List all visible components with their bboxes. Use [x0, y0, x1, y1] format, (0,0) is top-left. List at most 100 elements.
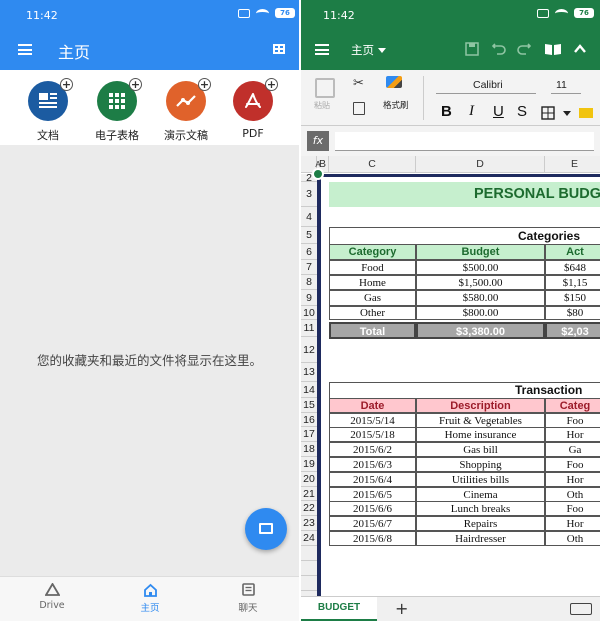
transaction-cell[interactable]: Foo	[545, 457, 600, 472]
nav-chat[interactable]: 聊天	[218, 583, 278, 614]
transaction-cell[interactable]: Hor	[545, 472, 600, 487]
categories-title-cell[interactable]: Categories	[329, 227, 600, 244]
transaction-cell[interactable]: 2015/6/4	[329, 472, 416, 487]
transaction-cell[interactable]: Foo	[545, 413, 600, 428]
row-header[interactable]: 19	[301, 457, 317, 472]
nav-home[interactable]: 主页	[120, 583, 180, 614]
row-header[interactable]: 7	[301, 260, 317, 275]
row-header[interactable]: 21	[301, 487, 317, 501]
title-banner[interactable]: PERSONAL BUDG	[329, 182, 600, 207]
underline-button[interactable]: U	[493, 103, 504, 120]
row-header[interactable]: 5	[301, 227, 317, 244]
create-pdf-tile[interactable]: + PDF	[218, 78, 288, 140]
category-cell[interactable]: $500.00	[416, 260, 545, 275]
grid-view-icon[interactable]	[273, 44, 285, 54]
spreadsheet-grid[interactable]: B C D E A 2 3 4 5 6 7 8 9 10 11 12 13 14 15 16 17 18 19 20…	[301, 156, 600, 596]
transaction-cell[interactable]: 2015/5/18	[329, 427, 416, 442]
transaction-cell[interactable]: Ga	[545, 442, 600, 457]
row-header[interactable]: 13	[301, 363, 317, 382]
redo-icon[interactable]	[517, 42, 531, 56]
transaction-cell[interactable]: Oth	[545, 531, 600, 546]
menu-icon[interactable]	[18, 44, 32, 55]
transaction-cell[interactable]: 2015/6/3	[329, 457, 416, 472]
total-cell[interactable]: $3,380.00	[416, 322, 545, 339]
transaction-cell[interactable]: Home insurance	[416, 427, 545, 442]
row-header[interactable]	[301, 561, 317, 576]
row-header[interactable]: 14	[301, 382, 317, 398]
row-header[interactable]: 10	[301, 306, 317, 320]
category-cell[interactable]: $1,500.00	[416, 275, 545, 290]
row-header[interactable]: 16	[301, 413, 317, 427]
row-header[interactable]: 23	[301, 516, 317, 531]
transaction-cell[interactable]: 2015/5/14	[329, 413, 416, 428]
row-header[interactable]: 9	[301, 290, 317, 306]
font-name-dropdown[interactable]: Calibri	[473, 79, 503, 91]
total-cell[interactable]: $2,03	[545, 322, 600, 339]
transaction-cell[interactable]: Utilities bills	[416, 472, 545, 487]
create-presentation-tile[interactable]: + 演示文稿	[151, 78, 221, 143]
transaction-cell[interactable]: Fruit & Vegetables	[416, 413, 545, 428]
transaction-cell[interactable]: 2015/6/5	[329, 487, 416, 502]
transaction-cell[interactable]: Foo	[545, 501, 600, 516]
category-cell[interactable]: Home	[329, 275, 416, 290]
strikethrough-button[interactable]: S	[517, 103, 527, 120]
row-header[interactable]: 4	[301, 207, 317, 227]
chevron-down-icon[interactable]	[563, 111, 571, 117]
row-header[interactable]: 12	[301, 337, 317, 363]
transaction-cell[interactable]: 2015/6/8	[329, 531, 416, 546]
transaction-header[interactable]: Date	[329, 398, 416, 413]
formula-input[interactable]	[335, 132, 594, 151]
row-header[interactable]: 11	[301, 320, 317, 337]
row-header[interactable]: 3	[301, 182, 317, 207]
transaction-cell[interactable]: 2015/6/2	[329, 442, 416, 457]
category-header[interactable]: Act	[545, 244, 600, 260]
bold-button[interactable]: B	[441, 103, 452, 120]
transaction-cell[interactable]: 2015/6/6	[329, 501, 416, 516]
keyboard-icon[interactable]	[570, 603, 592, 615]
category-cell[interactable]: $800.00	[416, 306, 545, 320]
category-cell[interactable]: Gas	[329, 290, 416, 306]
row-header[interactable]: 8	[301, 275, 317, 290]
column-header-d[interactable]: D	[416, 156, 545, 173]
category-header[interactable]: Budget	[416, 244, 545, 260]
copy-icon[interactable]	[353, 102, 365, 115]
font-size-dropdown[interactable]: 11	[556, 79, 567, 91]
transaction-title-cell[interactable]: Transaction	[329, 382, 600, 398]
category-cell[interactable]: Food	[329, 260, 416, 275]
nav-drive[interactable]: Drive	[22, 583, 82, 611]
transaction-cell[interactable]: Hor	[545, 516, 600, 531]
borders-icon[interactable]	[541, 106, 555, 120]
cut-icon[interactable]: ✂	[353, 76, 364, 91]
category-cell[interactable]: $1,15	[545, 275, 600, 290]
italic-button[interactable]: I	[469, 103, 474, 120]
transaction-cell[interactable]: Hairdresser	[416, 531, 545, 546]
add-sheet-button[interactable]: +	[395, 599, 408, 618]
row-header[interactable]: 20	[301, 472, 317, 487]
menu-icon[interactable]	[315, 44, 329, 55]
paste-icon[interactable]	[315, 78, 335, 98]
function-button[interactable]: fx	[307, 131, 329, 151]
transaction-header[interactable]: Categ	[545, 398, 600, 413]
row-header[interactable]: 15	[301, 398, 317, 413]
format-painter-icon[interactable]	[386, 76, 402, 88]
fill-color-icon[interactable]	[579, 108, 593, 118]
transaction-header[interactable]: Description	[416, 398, 545, 413]
save-icon[interactable]	[465, 42, 479, 56]
column-header-c[interactable]: C	[329, 156, 416, 173]
open-folder-button[interactable]	[245, 508, 287, 550]
total-cell[interactable]: Total	[329, 322, 416, 339]
transaction-cell[interactable]: Cinema	[416, 487, 545, 502]
create-spreadsheet-tile[interactable]: + 电子表格	[82, 78, 152, 143]
transaction-cell[interactable]: Oth	[545, 487, 600, 502]
row-header[interactable]	[301, 576, 317, 591]
transaction-cell[interactable]: Gas bill	[416, 442, 545, 457]
category-cell[interactable]: $80	[545, 306, 600, 320]
column-header-e[interactable]: E	[545, 156, 600, 173]
ribbon-tab-selector[interactable]: 主页	[351, 42, 386, 58]
category-cell[interactable]: $150	[545, 290, 600, 306]
create-document-tile[interactable]: + 文档	[13, 78, 83, 143]
chevron-up-icon[interactable]	[573, 42, 587, 56]
row-header[interactable]	[301, 546, 317, 561]
transaction-cell[interactable]: Lunch breaks	[416, 501, 545, 516]
row-header[interactable]: 6	[301, 244, 317, 260]
